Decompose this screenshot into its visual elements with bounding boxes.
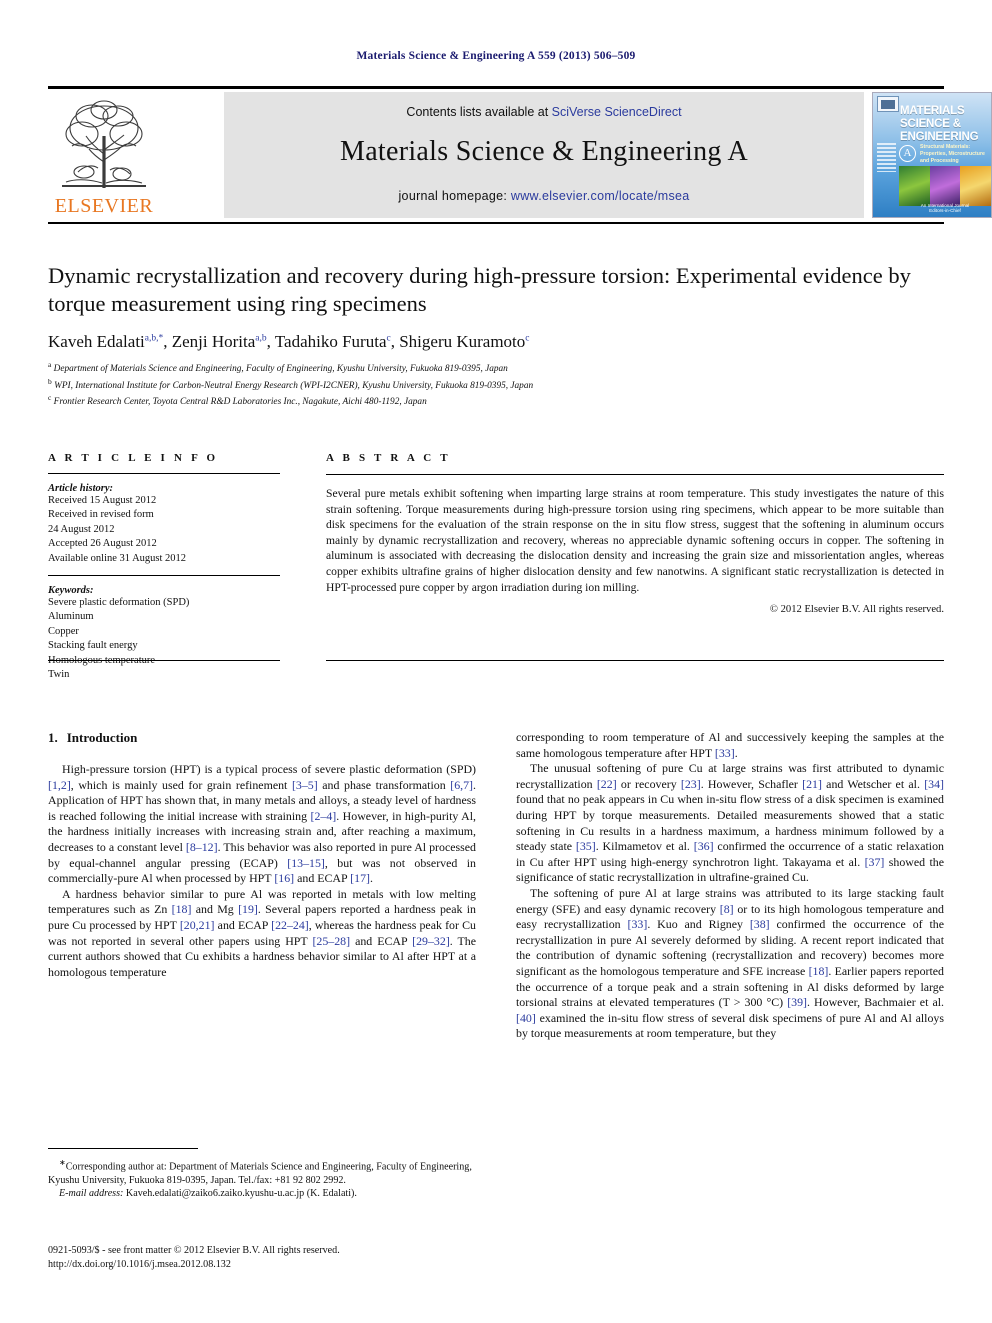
footnote-rule [48,1148,198,1149]
keyword-item: Twin [48,669,70,681]
body-column-left: 1. Introduction High-pressure torsion (HP… [48,730,476,980]
running-head: Materials Science & Engineering A 559 (2… [356,50,636,62]
page-title: Dynamic recrystallization and recovery d… [48,263,911,316]
author-affiliation-marks: c [525,333,530,344]
article-info-rule [48,473,280,474]
affiliation-item: b WPI, International Institute for Carbo… [48,376,944,393]
contents-lists-line: Contents lists available at SciVerse Sci… [224,105,864,119]
cover-series-badge: A [899,145,916,162]
email-label: E-mail address: [59,1188,124,1200]
author-separator: , [266,332,275,351]
cover-title: MATERIALS SCIENCE & ENGINEERING [900,105,979,143]
issn-copyright-line: 0921-5093/$ - see front matter © 2012 El… [48,1245,340,1256]
journal-homepage-line: journal homepage: www.elsevier.com/locat… [224,189,864,203]
author-name: Zenji Horita [171,332,256,351]
author-list: Kaveh Edalatia,b,*, Zenji Horitaa,b, Tad… [48,332,944,352]
affiliation-item: a Department of Materials Science and En… [48,359,944,376]
author-entry: Tadahiko Furutac [275,332,391,351]
masthead-top-rule [48,86,944,89]
abstract-rule [326,474,944,475]
body-paragraph: corresponding to room temperature of Al … [516,730,944,760]
email-footnote: E-mail address: Kaveh.edalati@zaiko6.zai… [48,1187,476,1200]
cover-footer: An International Journal Editors-in-Chie… [899,203,991,213]
elsevier-tree-icon [62,100,146,188]
section-heading-introduction: 1. Introduction [48,730,476,746]
keyword-item: Copper [48,625,79,637]
cover-footer-line-2: Editors-in-Chief [929,208,961,213]
elsevier-logo: ELSEVIER [48,92,160,218]
body-column-right: corresponding to room temperature of Al … [516,730,944,1042]
article-history-item: 24 August 2012 [48,523,115,535]
body-paragraph: The unusual softening of pure Cu at larg… [516,761,944,885]
affiliation-mark: a [48,360,52,369]
imprint-block: 0921-5093/$ - see front matter © 2012 El… [48,1244,476,1271]
keyword-item: Severe plastic deformation (SPD) [48,597,190,609]
affiliation-list: a Department of Materials Science and En… [48,359,944,409]
article-history-item: Received 15 August 2012 [48,495,157,506]
body-paragraph: High-pressure torsion (HPT) is a typical… [48,762,477,886]
affiliation-text: Frontier Research Center, Toyota Central… [53,397,427,408]
abstract-column: A B S T R A C T Several pure metals exhi… [326,452,944,615]
article-info-heading: A R T I C L E I N F O [48,452,219,464]
journal-masthead: ELSEVIER Contents lists available at Sci… [48,86,992,218]
section-number: 1. [48,730,58,745]
journal-title: Materials Science & Engineering A [340,136,748,167]
journal-cover-thumbnail: MATERIALS SCIENCE & ENGINEERING A Struct… [872,92,992,218]
author-separator: , [163,332,172,351]
corresponding-author-mark: ∗ [59,1158,66,1167]
masthead-bottom-rule [48,222,944,224]
journal-homepage-link[interactable]: www.elsevier.com/locate/msea [511,189,690,203]
author-entry: Shigeru Kuramotoc [399,332,529,351]
author-name: Tadahiko Furuta [274,332,387,351]
abstract-text: Several pure metals exhibit softening wh… [326,487,944,594]
email-value[interactable]: Kaveh.edalati@zaiko6.zaiko.kyushu-u.ac.j… [126,1188,357,1199]
abstract-bottom-rule [326,660,944,661]
cover-elsevier-logo-icon [877,96,899,112]
author-entry: Kaveh Edalatia,b,* [48,332,163,351]
author-entry: Zenji Horitaa,b [172,332,267,351]
author-name: Shigeru Kuramoto [399,332,526,351]
keyword-item: Aluminum [48,611,94,623]
cover-subtitle: Structural Materials: Properties, Micros… [920,144,985,164]
title-block: Dynamic recrystallization and recovery d… [48,262,944,409]
article-info-bottom-rule [48,660,280,661]
keywords-block: Keywords: Severe plastic deformation (SP… [48,585,280,682]
keyword-item: Stacking fault energy [48,640,138,652]
article-history-item: Accepted 26 August 2012 [48,538,157,550]
author-separator: , [390,332,400,351]
affiliation-mark: b [48,376,52,386]
paper-page: Materials Science & Engineering A 559 (2… [0,0,992,1323]
author-name: Kaveh Edalati [48,332,145,351]
author-affiliation-marks: a,b [255,333,267,344]
section-title: Introduction [66,730,138,745]
abstract-heading: A B S T R A C T [326,452,451,464]
keywords-rule [48,575,280,577]
abstract-copyright: © 2012 Elsevier B.V. All rights reserved… [769,604,944,616]
affiliation-text: Department of Materials Science and Engi… [53,364,508,375]
sciencedirect-link[interactable]: SciVerse ScienceDirect [552,105,682,119]
contents-lists-prefix: Contents lists available at [406,105,552,119]
article-info-column: A R T I C L E I N F O Article history: R… [48,452,280,682]
cover-text-lines-decoration [877,143,896,179]
affiliation-mark: c [48,393,52,403]
author-affiliation-marks: a,b,* [144,333,164,344]
elsevier-wordmark: ELSEVIER [54,195,154,217]
footnote-block: ∗Corresponding author at: Department of … [48,1148,476,1201]
article-history-item: Available online 31 August 2012 [48,552,187,564]
cover-micrograph-strip [899,166,991,206]
corresponding-author-text: Corresponding author at: Department of M… [48,1161,472,1186]
affiliation-item: c Frontier Research Center, Toyota Centr… [48,392,944,409]
journal-banner: Contents lists available at SciVerse Sci… [224,92,864,218]
keywords-label: Keywords: [48,585,94,597]
body-paragraph: A hardness behavior similar to pure Al w… [48,886,477,979]
article-history-label: Article history: [48,483,114,494]
corresponding-author-footnote: ∗Corresponding author at: Department of … [48,1156,476,1187]
affiliation-text: WPI, International Institute for Carbon-… [54,380,534,391]
body-paragraph: The softening of pure Al at large strain… [516,885,945,1041]
article-history-item: Received in revised form [48,509,154,521]
journal-homepage-prefix: journal homepage: [398,189,511,203]
doi-link[interactable]: http://dx.doi.org/10.1016/j.msea.2012.08… [48,1258,476,1272]
